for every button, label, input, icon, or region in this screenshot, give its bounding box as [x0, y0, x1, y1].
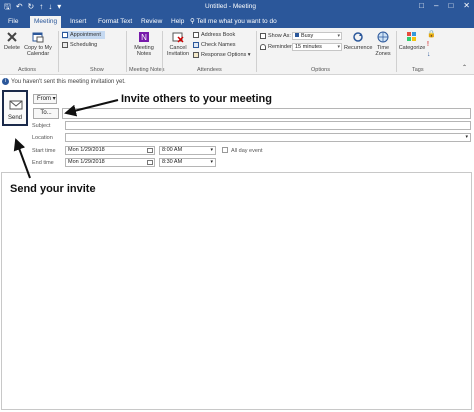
- send-arrow: [13, 138, 31, 179]
- invite-arrow: [64, 99, 119, 117]
- annotation-arrows: [13, 99, 119, 179]
- send-callout: Send your invite: [10, 183, 96, 195]
- invite-callout: Invite others to your meeting: [121, 93, 272, 105]
